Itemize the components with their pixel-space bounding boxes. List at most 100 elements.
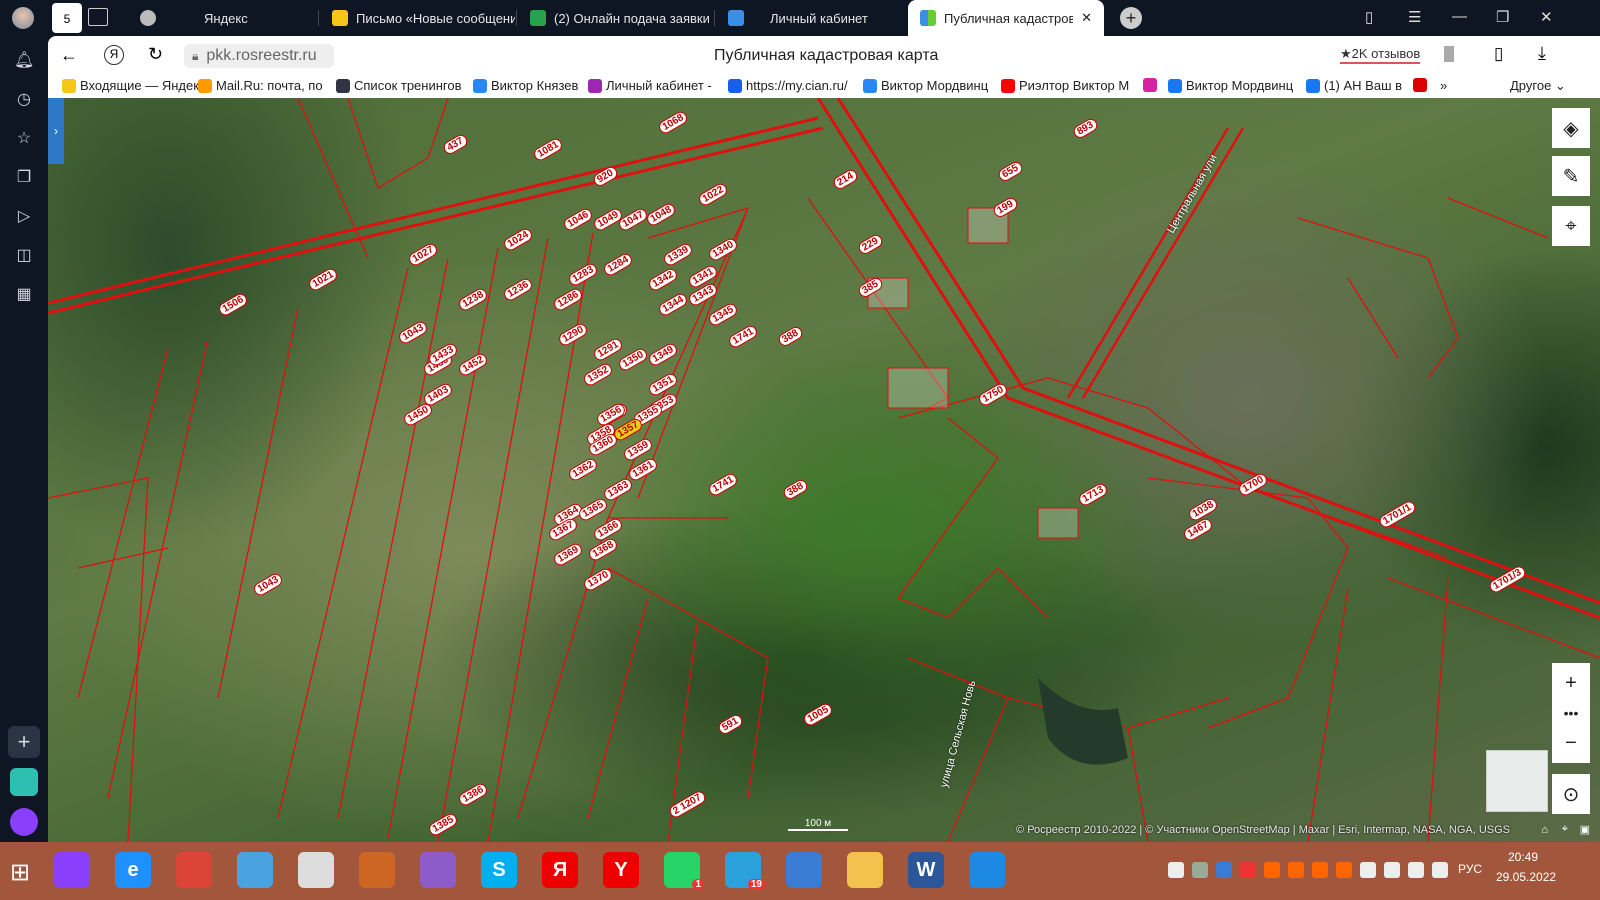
tray-icon[interactable] [1264, 862, 1280, 878]
sidebar-expand-button[interactable]: › [48, 98, 64, 164]
ruler-button[interactable]: ✎ [1552, 156, 1590, 196]
tray-icon[interactable] [1312, 862, 1328, 878]
tray-icon[interactable] [1192, 862, 1208, 878]
tray-icon[interactable] [1360, 862, 1376, 878]
tray-icon[interactable] [1288, 862, 1304, 878]
bookmark-item[interactable]: Виктор Князев [473, 78, 578, 93]
bell-icon[interactable]: 🔔︎ [14, 50, 34, 70]
protect-icon[interactable]: ▯ [1494, 44, 1503, 64]
zoom-out-button[interactable]: − [1552, 723, 1590, 763]
home-icon[interactable]: ⌂ [1541, 824, 1548, 836]
alice-app-icon[interactable] [54, 852, 90, 888]
windows-start-icon[interactable]: ⊞ [10, 858, 30, 887]
telegram-app-icon[interactable]: 19 [725, 852, 765, 890]
close-tab-icon[interactable]: ✕ [1081, 10, 1092, 26]
close-window-icon[interactable]: ✕ [1540, 8, 1553, 26]
messenger-icon[interactable] [10, 768, 38, 796]
tab-cabinet[interactable]: Личный кабинет [716, 0, 906, 36]
menu-icon[interactable]: ☰ [1408, 8, 1421, 26]
bookmarks-bar: Входящие — Яндекс Mail.Ru: почта, по Списо… [48, 76, 1600, 98]
bookmark-item[interactable]: (1) АН Ваш в [1306, 78, 1402, 93]
app-icon[interactable] [298, 852, 334, 888]
tray-icon[interactable] [1240, 862, 1256, 878]
target-icon[interactable]: ⌖ [1562, 823, 1568, 836]
ie-app-icon[interactable]: e [115, 852, 151, 888]
bird-app-icon[interactable] [237, 852, 273, 888]
locate-button[interactable]: ⌖ [1552, 206, 1590, 246]
reload-icon[interactable]: ↻ [148, 44, 163, 65]
bookmark-item[interactable] [1413, 78, 1431, 92]
bookmark-item[interactable]: Входящие — Яндекс [62, 78, 206, 93]
zoom-in-button[interactable]: + [1552, 663, 1590, 703]
play-icon[interactable]: ▷ [14, 206, 34, 226]
restore-icon[interactable]: ❐ [1496, 8, 1509, 26]
bookmarks-more-button[interactable]: » [1440, 78, 1447, 93]
yandex-app-icon[interactable]: Я [542, 852, 578, 888]
layers-button[interactable]: ◈ [1552, 108, 1590, 148]
fullscreen-icon[interactable]: ▣ [1580, 823, 1590, 836]
minimize-icon[interactable]: — [1452, 8, 1467, 25]
new-tab-button[interactable]: + [1120, 7, 1142, 29]
headphones-app-icon[interactable] [359, 852, 395, 888]
compass-button[interactable]: ⊙ [1552, 774, 1590, 814]
bookmark-icon[interactable] [1444, 46, 1454, 62]
tray-icon[interactable] [1408, 862, 1424, 878]
tray-icon[interactable] [1216, 862, 1232, 878]
bookmark-item[interactable]: Список тренингов [336, 78, 462, 93]
screenshot-icon[interactable]: ◫ [14, 245, 34, 265]
tab-counter-button[interactable]: 5 [52, 3, 82, 33]
yandex-browser-app-icon[interactable]: Y [603, 852, 639, 888]
tab-online[interactable]: (2) Онлайн подача заявки [518, 0, 713, 36]
collections-icon[interactable]: ❐ [14, 167, 34, 187]
tray-icon[interactable] [1168, 862, 1184, 878]
bookmark-item[interactable]: Mail.Ru: почта, по [198, 78, 323, 93]
tab-mail[interactable]: Письмо «Новые сообщения» [320, 0, 515, 36]
language-indicator[interactable]: РУС [1458, 862, 1482, 876]
tab-yandex[interactable]: Яндекс [128, 0, 318, 36]
avatar[interactable] [12, 7, 34, 29]
apps-icon[interactable]: ▦ [14, 284, 34, 304]
tray-icon[interactable] [1432, 862, 1448, 878]
explorer-app-icon[interactable] [847, 852, 883, 888]
feather2-app-icon[interactable] [969, 852, 1005, 888]
bookmark-favicon [1306, 78, 1320, 93]
bookmark-item[interactable]: https://my.cian.ru/ [728, 78, 848, 93]
mail-icon [332, 10, 348, 26]
star-icon[interactable]: ☆ [14, 128, 34, 148]
new-tab-group-icon[interactable] [88, 8, 108, 26]
minimap-button[interactable] [1486, 750, 1548, 812]
bookmarks-panel-icon[interactable]: ▯ [1365, 8, 1373, 26]
bookmark-item[interactable]: Виктор Мордвинц [863, 78, 988, 93]
yandex-icon [140, 10, 156, 26]
bookmark-item[interactable]: Риэлтор Виктор М [1001, 78, 1129, 93]
clock-time[interactable]: 20:49 [1508, 850, 1538, 864]
cadastral-map[interactable]: 437 1068 1081 920 1022 1046 1049 1047 1048 1024 10… [48, 98, 1600, 842]
scale-bar: 100 м [788, 818, 848, 831]
reviews-button[interactable]: ★2K отзывов [1340, 46, 1421, 64]
word-app-icon[interactable]: W [908, 852, 944, 888]
bookmark-item[interactable] [1143, 78, 1161, 92]
tab-pkk[interactable]: Публичная кадастровая карта ✕ [908, 0, 1104, 36]
bookmark-favicon [1168, 78, 1182, 93]
yandex-home-icon[interactable]: Я [104, 45, 124, 65]
bookmark-item[interactable]: Личный кабинет - [588, 78, 712, 93]
history-icon[interactable]: ◷ [14, 89, 34, 109]
url-field[interactable]: 🔒︎ pkk.rosreestr.ru [184, 44, 334, 68]
tray-icon[interactable] [1384, 862, 1400, 878]
monitor-app-icon[interactable] [786, 852, 822, 888]
chrome-app-icon[interactable] [176, 852, 212, 888]
bookmark-item[interactable]: Виктор Мордвинц [1168, 78, 1293, 93]
feather-app-icon[interactable] [420, 852, 456, 888]
tray-icon[interactable] [1336, 862, 1352, 878]
add-panel-icon[interactable]: + [8, 726, 40, 758]
back-icon[interactable]: ← [60, 45, 78, 66]
sidebar: 🔔︎ ◷ ☆ ❐ ▷ ◫ ▦ + [0, 36, 48, 864]
alice-icon[interactable] [10, 808, 38, 836]
skype-app-icon[interactable]: S [481, 852, 517, 888]
other-bookmarks-button[interactable]: Другое ⌄ [1510, 78, 1566, 94]
whatsapp-app-icon[interactable]: 1 [664, 852, 704, 890]
clock-date[interactable]: 29.05.2022 [1496, 870, 1556, 884]
zoom-more-button[interactable]: ••• [1552, 703, 1590, 723]
bookmark-label: https://my.cian.ru/ [746, 78, 848, 93]
download-icon[interactable]: ⤓ [1538, 43, 1546, 64]
